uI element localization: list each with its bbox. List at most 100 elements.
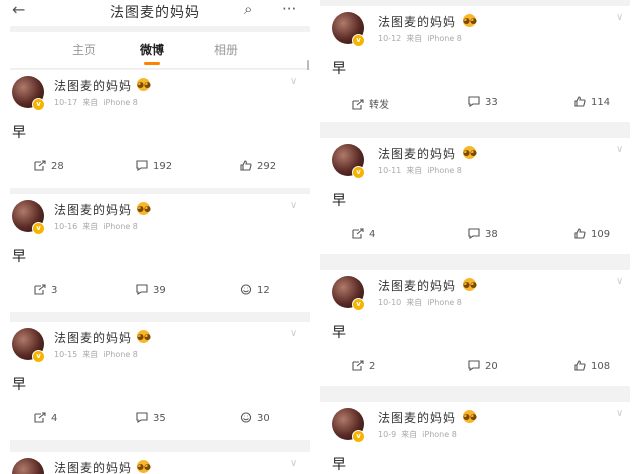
verified-badge-icon: v: [32, 350, 45, 363]
meta-device: iPhone 8: [427, 166, 462, 175]
comments-count: 20: [485, 361, 498, 372]
comment-icon: [136, 160, 148, 171]
more-icon[interactable]: ···: [282, 0, 296, 18]
chevron-down-icon[interactable]: ∨: [290, 458, 297, 469]
author-name[interactable]: 法图麦的妈妈: [54, 201, 132, 218]
smile-icon: [240, 412, 252, 423]
meta-device: iPhone 8: [103, 98, 138, 107]
post-card: v 法图麦的妈妈 ◕◕ 10-11 来自 iPhone 8 ∨ 早 4 38 109: [320, 138, 630, 254]
comment-button[interactable]: 33: [468, 96, 498, 108]
meta-date: 10-16: [54, 222, 78, 231]
post-text: 早: [12, 125, 26, 141]
comment-button[interactable]: 35: [136, 412, 166, 424]
chevron-down-icon[interactable]: ∨: [616, 12, 623, 23]
chevron-down-icon[interactable]: ∨: [290, 200, 297, 211]
repost-icon: [352, 228, 364, 239]
likes-count: 109: [591, 229, 611, 240]
back-arrow-icon[interactable]: ←: [12, 0, 25, 19]
avatar[interactable]: [12, 458, 44, 474]
comments-count: 33: [485, 97, 498, 108]
comment-icon: [468, 228, 480, 239]
likes-count: 292: [257, 161, 277, 172]
post-text: 早: [12, 377, 26, 393]
crown-emoji-icon: ◕◕: [137, 78, 151, 91]
post-card: v 法图麦的妈妈 ◕◕ 10-17 来自 iPhone 8 ∨ 早 28 192 292: [10, 70, 310, 188]
author-name[interactable]: 法图麦的妈妈: [54, 77, 132, 94]
chevron-down-icon[interactable]: ∨: [616, 408, 623, 419]
reposts-count: 28: [51, 161, 64, 172]
repost-button[interactable]: 4: [352, 228, 375, 240]
crown-emoji-icon: ◕◕: [463, 410, 477, 423]
chevron-down-icon[interactable]: ∨: [616, 276, 623, 287]
tab-album[interactable]: 相册: [214, 41, 238, 58]
crown-emoji-icon: ◕◕: [137, 460, 151, 473]
reposts-count: 4: [51, 413, 58, 424]
meta-via: 来自: [401, 430, 418, 439]
smile-icon: [240, 284, 252, 295]
repost-button[interactable]: 28: [34, 160, 64, 172]
post-meta: 10-12 来自 iPhone 8: [378, 33, 467, 44]
comments-count: 38: [485, 229, 498, 240]
author-name[interactable]: 法图麦的妈妈: [54, 329, 132, 346]
comment-button[interactable]: 39: [136, 284, 166, 296]
like-button[interactable]: 114: [574, 96, 610, 108]
comments-count: 39: [153, 285, 166, 296]
chevron-down-icon[interactable]: ∨: [616, 144, 623, 155]
search-icon[interactable]: ⌕: [244, 0, 252, 18]
like-button[interactable]: 109: [574, 228, 610, 240]
like-icon: [240, 160, 252, 171]
post-text: 早: [332, 193, 346, 209]
post-card: v 法图麦的妈妈 ◕◕ 10-12 来自 iPhone 8 ∨ 早转发 33 114: [320, 6, 630, 122]
tab-home[interactable]: 主页: [72, 41, 96, 58]
comment-button[interactable]: 38: [468, 228, 498, 240]
comment-icon: [468, 360, 480, 371]
post-card: v 法图麦的妈妈 ◕◕ 10-16 来自 iPhone 8 ∨ 早 3 39 12: [10, 194, 310, 312]
author-name[interactable]: 法图麦的妈妈: [378, 145, 456, 162]
meta-via: 来自: [82, 222, 99, 231]
meta-date: 10-12: [378, 34, 402, 43]
crown-emoji-icon: ◕◕: [463, 146, 477, 159]
repost-button[interactable]: 转发: [352, 96, 389, 111]
reposts-count: 转发: [369, 100, 389, 111]
chevron-down-icon[interactable]: ∨: [290, 76, 297, 87]
meta-date: 10-9: [378, 430, 397, 439]
author-name[interactable]: 法图麦的妈妈: [378, 409, 456, 426]
comment-button[interactable]: 192: [136, 160, 172, 172]
author-name[interactable]: 法图麦的妈妈: [378, 277, 456, 294]
active-tab-indicator: [144, 62, 160, 65]
repost-icon: [34, 160, 46, 171]
post-card: v 法图麦的妈妈 ◕◕ 10-15 来自 iPhone 8 ∨ 早 4 35 30: [10, 322, 310, 440]
repost-button[interactable]: 4: [34, 412, 57, 424]
like-button[interactable]: 12: [240, 284, 270, 296]
tab-weibo[interactable]: 微博: [140, 41, 164, 58]
post-meta: 10-11 来自 iPhone 8: [378, 165, 467, 176]
author-name[interactable]: 法图麦的妈妈: [54, 459, 132, 474]
like-button[interactable]: 30: [240, 412, 270, 424]
post-card: v法图麦的妈妈◕◕∨: [10, 452, 310, 474]
comment-button[interactable]: 20: [468, 360, 498, 372]
comment-icon: [136, 412, 148, 423]
author-name[interactable]: 法图麦的妈妈: [378, 13, 456, 30]
like-button[interactable]: 108: [574, 360, 610, 372]
left-screenshot: ← 法图麦的妈妈 ⌕ ··· 主页 微博 相册 v 法图麦的妈妈 ◕◕ 10-17 来自…: [10, 0, 310, 474]
repost-button[interactable]: 3: [34, 284, 57, 296]
chevron-down-icon[interactable]: ∨: [290, 328, 297, 339]
comments-count: 192: [153, 161, 173, 172]
verified-badge-icon: v: [32, 98, 45, 111]
reposts-count: 2: [369, 361, 376, 372]
post-meta: 10-15 来自 iPhone 8: [54, 349, 143, 360]
post-card: v 法图麦的妈妈 ◕◕ 10-9 来自 iPhone 8 ∨ 早: [320, 402, 630, 474]
repost-icon: [352, 360, 364, 371]
like-icon: [574, 360, 586, 371]
post-text: 早: [12, 249, 26, 265]
meta-device: iPhone 8: [103, 222, 138, 231]
meta-date: 10-17: [54, 98, 78, 107]
crown-emoji-icon: ◕◕: [137, 330, 151, 343]
repost-button[interactable]: 2: [352, 360, 375, 372]
verified-badge-icon: v: [352, 34, 365, 47]
reposts-count: 4: [369, 229, 376, 240]
meta-device: iPhone 8: [427, 34, 462, 43]
meta-device: iPhone 8: [422, 430, 457, 439]
like-button[interactable]: 292: [240, 160, 276, 172]
post-meta: 10-10 来自 iPhone 8: [378, 297, 467, 308]
